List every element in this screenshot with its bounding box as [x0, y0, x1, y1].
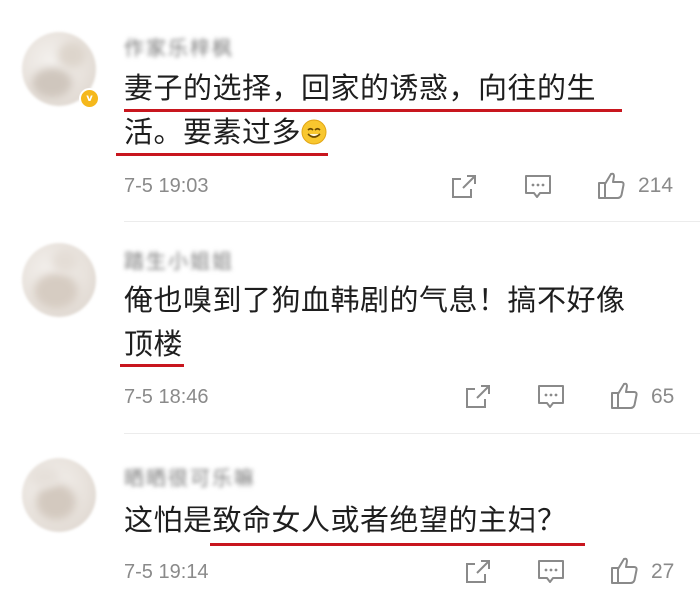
- like-count: 214: [638, 174, 674, 197]
- divider: [124, 433, 700, 434]
- username[interactable]: 晒晒很可乐嘛: [124, 462, 256, 491]
- comment-text-line-part: 活。要素过多: [124, 115, 302, 149]
- share-icon[interactable]: [449, 172, 479, 202]
- avatar[interactable]: [22, 458, 96, 532]
- avatar[interactable]: [22, 243, 96, 317]
- like-count: 27: [651, 560, 675, 583]
- thumbs-up-icon[interactable]: [596, 170, 626, 200]
- comment-text-line: 顶楼: [124, 327, 184, 361]
- timestamp: 7-5 18:46: [124, 386, 209, 408]
- red-underline: [124, 109, 622, 112]
- comment-icon[interactable]: [536, 382, 566, 412]
- like-count: 65: [651, 385, 675, 408]
- smile-emoji: [301, 119, 327, 145]
- timestamp: 7-5 19:03: [124, 175, 209, 197]
- red-underline: [120, 364, 184, 367]
- red-underline: [210, 543, 585, 546]
- username[interactable]: 踏生小姐姐: [124, 245, 234, 274]
- verified-badge: v: [79, 88, 100, 109]
- comment-text-line: 妻子的选择，回家的诱惑，向往的生: [124, 71, 597, 105]
- comment-icon[interactable]: [536, 557, 566, 587]
- comment-icon[interactable]: [523, 172, 553, 202]
- thumbs-up-icon[interactable]: [609, 380, 639, 410]
- username[interactable]: 作家乐梓枫: [124, 32, 234, 61]
- comment-text-line: 这怕是致命女人或者绝望的主妇？: [124, 503, 567, 537]
- thumbs-up-icon[interactable]: [609, 555, 639, 585]
- share-icon[interactable]: [463, 557, 493, 587]
- comment-text: 俺也嗅到了狗血韩剧的气息！搞不好像 顶楼: [124, 278, 644, 366]
- divider: [124, 221, 700, 222]
- timestamp: 7-5 19:14: [124, 561, 209, 583]
- comment-text-line: 活。要素过多: [124, 110, 644, 154]
- comment-text: 这怕是致命女人或者绝望的主妇？: [124, 498, 644, 542]
- comment-text-line: 俺也嗅到了狗血韩剧的气息！搞不好像: [124, 283, 626, 317]
- share-icon[interactable]: [463, 382, 493, 412]
- red-underline: [116, 153, 328, 156]
